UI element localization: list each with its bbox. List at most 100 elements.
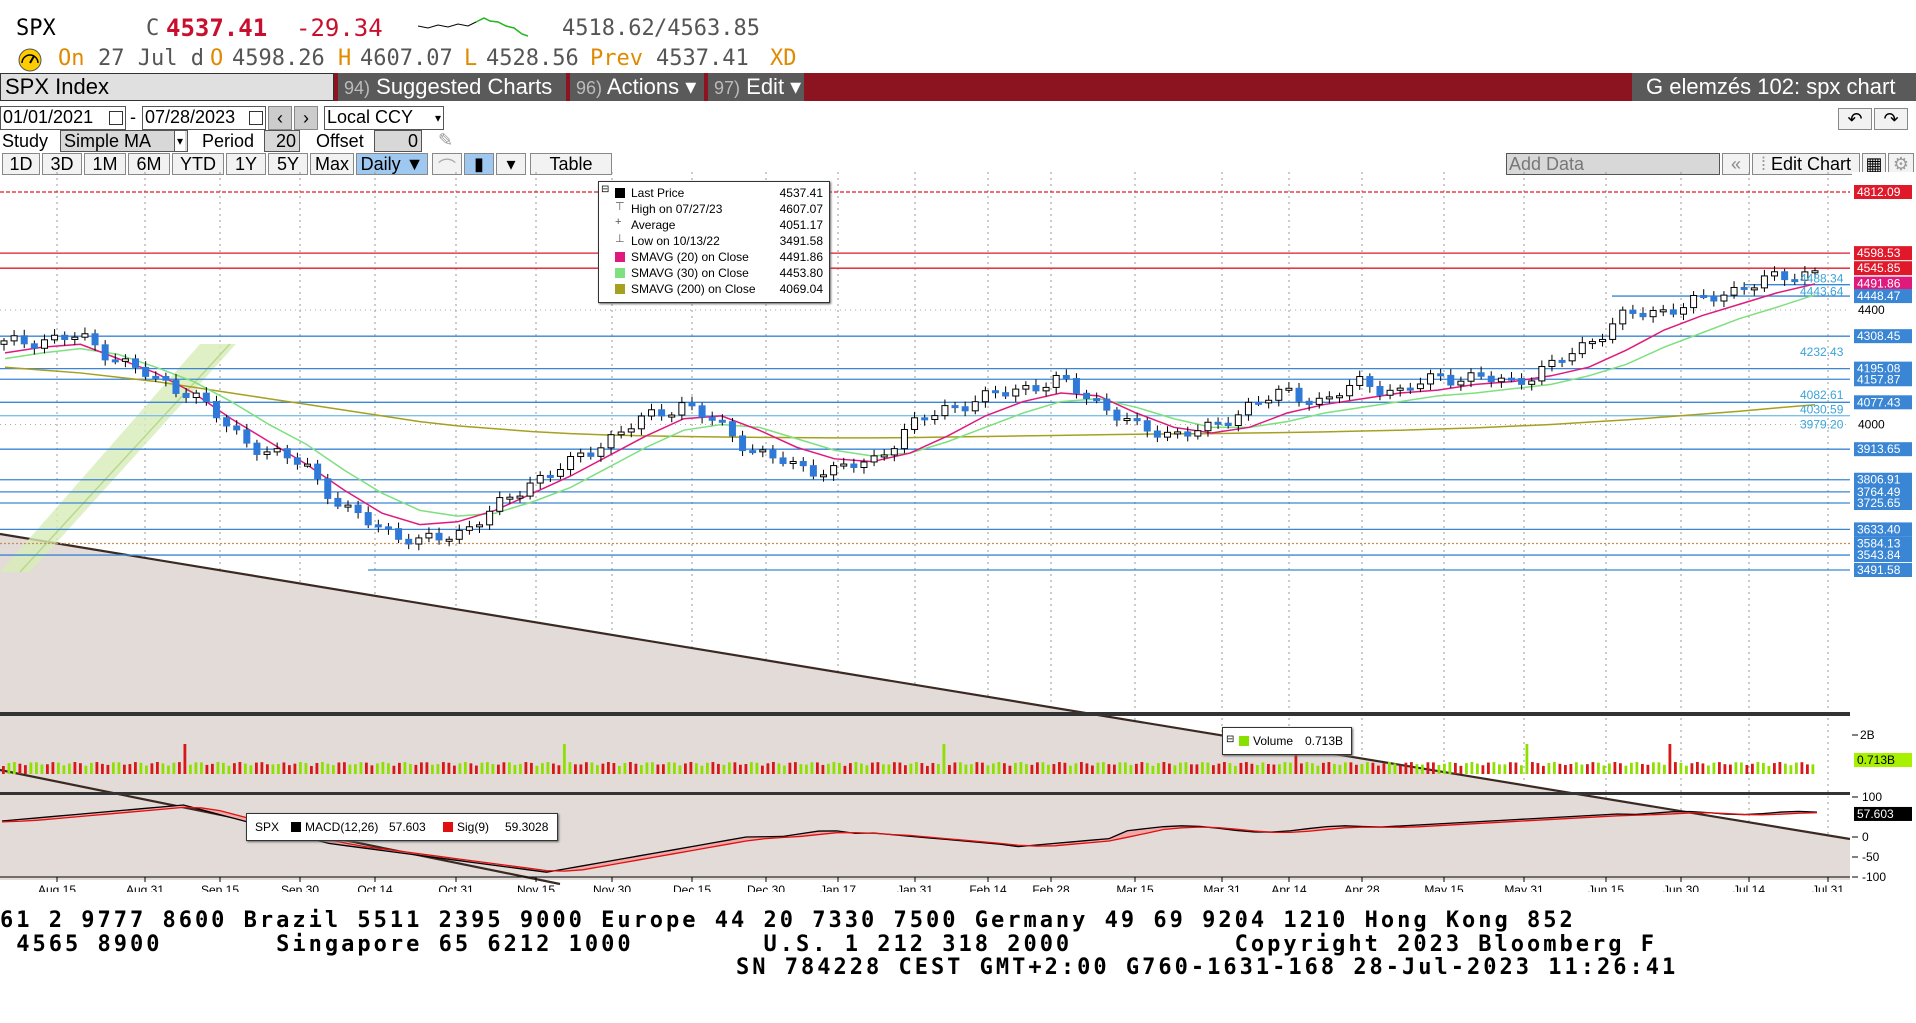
- volume-bar: [1531, 762, 1534, 774]
- candle: [1042, 386, 1050, 392]
- volume-bar: [1712, 762, 1716, 774]
- next-period-button[interactable]: ›: [294, 106, 318, 130]
- candle: [1032, 385, 1040, 392]
- volume-bar: [849, 763, 852, 774]
- candle: [1659, 309, 1667, 313]
- volume-bar: [442, 762, 445, 774]
- chart-legend[interactable]: ⊟ Last Price 4537.41 ⊤ High on 07/27/23 460…: [598, 181, 830, 303]
- volume-bar: [1349, 762, 1353, 774]
- candle: [1619, 309, 1627, 325]
- level-label: 4082.61: [1800, 388, 1844, 402]
- volume-bar: [1041, 762, 1045, 774]
- candle: [1072, 378, 1080, 394]
- volume-bar: [101, 763, 104, 774]
- volume-legend[interactable]: ⊟ Volume 0.713B: [1222, 727, 1352, 755]
- volume-bar: [722, 764, 726, 774]
- volume-bar: [24, 765, 27, 774]
- level-label: 4030.59: [1800, 403, 1844, 417]
- study-select[interactable]: Simple MA ▾: [60, 130, 188, 152]
- volume-bar: [1366, 762, 1369, 774]
- candle: [314, 463, 322, 480]
- volume-bar: [1756, 762, 1760, 774]
- candle: [152, 375, 160, 379]
- volume-bar: [607, 762, 610, 774]
- start-date-input[interactable]: 01/01/2021: [0, 106, 126, 130]
- volume-bar: [1377, 765, 1380, 774]
- x-axis-label: Feb 28: [1032, 883, 1070, 892]
- candle: [476, 524, 484, 528]
- candle: [961, 406, 969, 412]
- macd-legend[interactable]: SPX MACD(12,26) 57.603 Sig(9) 59.3028: [246, 813, 558, 841]
- volume-bar: [882, 764, 885, 774]
- volume-bar: [13, 762, 16, 774]
- volume-bar: [1602, 765, 1606, 774]
- volume-bar: [1399, 765, 1402, 774]
- candle: [101, 344, 109, 361]
- pane-divider[interactable]: [0, 712, 1850, 716]
- candle: [941, 405, 949, 417]
- x-axis-label: Dec 30: [747, 883, 785, 892]
- volume-bar: [1074, 763, 1078, 774]
- volume-bar: [211, 763, 214, 774]
- candle: [587, 452, 595, 457]
- pencil-icon[interactable]: ✎: [438, 130, 453, 151]
- high-price: 4607.07: [360, 46, 453, 71]
- currency-select[interactable]: Local CCY ▾: [324, 106, 444, 130]
- suggested-charts-menu[interactable]: 94) Suggested Charts ▾: [338, 73, 566, 128]
- candle: [1012, 388, 1020, 397]
- offset-input[interactable]: 0: [374, 130, 422, 152]
- volume-bar: [189, 764, 192, 774]
- period-input[interactable]: 20: [264, 130, 300, 152]
- calendar-icon[interactable]: [109, 111, 123, 125]
- undo-icon[interactable]: ↶: [1838, 108, 1872, 130]
- price-axis-label: 4448.47: [1857, 289, 1901, 303]
- candle: [445, 538, 453, 542]
- calendar-icon[interactable]: [249, 111, 263, 125]
- volume-bar: [1448, 762, 1452, 774]
- volume-bar: [1476, 763, 1479, 774]
- volume-axis-label: 2B: [1860, 728, 1875, 742]
- candle: [1184, 431, 1192, 437]
- volume-bar: [755, 762, 759, 774]
- price-axis-label: 3633.40: [1857, 522, 1901, 536]
- candle: [364, 512, 372, 526]
- volume-bar: [992, 763, 995, 774]
- legend-item-sma200: SMAVG (200) on Close 4069.04: [613, 282, 823, 298]
- edit-menu[interactable]: 97) Edit ▾: [708, 73, 804, 101]
- prev-period-button[interactable]: ‹: [268, 106, 292, 130]
- candle: [789, 460, 797, 464]
- macd-ticker: SPX: [255, 820, 280, 834]
- volume-bar: [1707, 765, 1710, 774]
- volume-bar: [1564, 765, 1567, 774]
- collapse-icon[interactable]: ⊟: [601, 184, 609, 195]
- speedometer-icon[interactable]: [16, 48, 44, 72]
- pane-divider[interactable]: [0, 792, 1850, 795]
- security-input[interactable]: SPX Index: [0, 73, 334, 101]
- candle: [283, 448, 291, 459]
- collapse-icon[interactable]: ⊟: [1226, 734, 1234, 745]
- candle: [1083, 392, 1091, 400]
- candle: [51, 334, 59, 341]
- candle: [132, 358, 140, 368]
- candle: [1457, 380, 1465, 386]
- study-bar: Study Simple MA ▾ Period 20 Offset 0 ✎: [0, 130, 1916, 152]
- volume-bar: [167, 765, 170, 774]
- high-label: H: [338, 46, 352, 71]
- actions-menu[interactable]: 96) Actions ▾: [570, 73, 704, 101]
- candle: [1194, 430, 1202, 437]
- volume-bar: [766, 763, 770, 774]
- candle: [1568, 353, 1576, 362]
- volume-bar: [1580, 764, 1584, 774]
- price-chart[interactable]: 4812.094598.534545.854491.864448.4744004…: [0, 172, 1916, 892]
- volume-bar: [1195, 764, 1199, 774]
- candle: [455, 529, 463, 540]
- volume-bar: [1014, 762, 1017, 774]
- redo-icon[interactable]: ↷: [1874, 108, 1908, 130]
- candle: [1406, 387, 1414, 391]
- price-axis-label: 4812.09: [1857, 185, 1901, 199]
- candle: [991, 390, 999, 394]
- volume-bar: [271, 764, 275, 774]
- bid-price: 4518.62: [562, 16, 655, 41]
- end-date-input[interactable]: 07/28/2023: [142, 106, 266, 130]
- volume-bar: [656, 764, 660, 774]
